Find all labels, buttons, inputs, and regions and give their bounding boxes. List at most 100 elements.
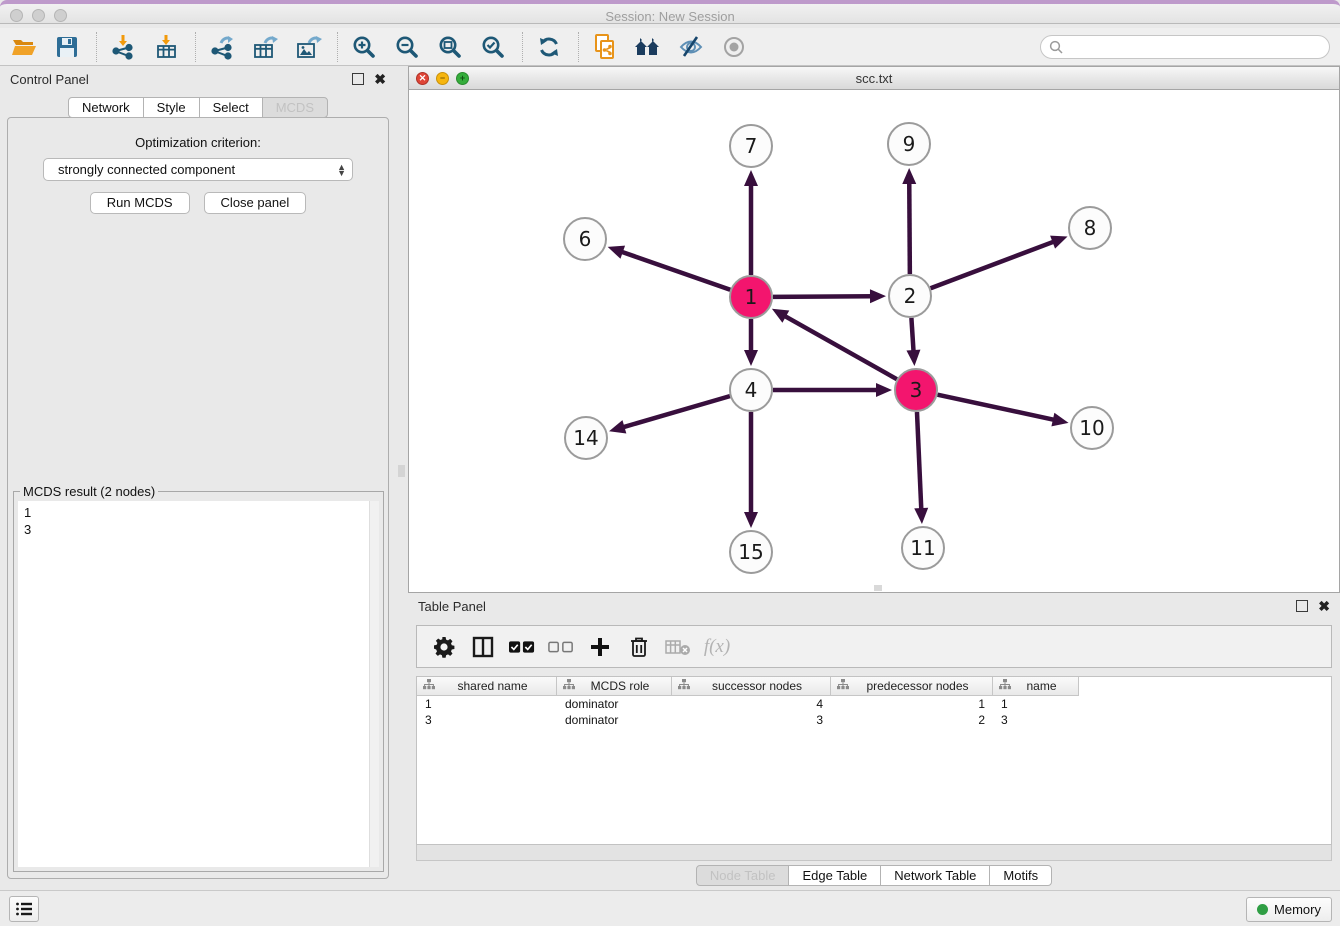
search-field[interactable] (1040, 35, 1330, 59)
close-panel-button[interactable]: Close panel (204, 192, 307, 214)
tab-network[interactable]: Network (68, 97, 144, 118)
float-table-panel-icon[interactable] (1296, 600, 1308, 612)
export-network-icon[interactable] (206, 32, 238, 62)
table-row[interactable]: 1dominator411 (417, 696, 1331, 712)
table-horizontal-scrollbar[interactable] (416, 845, 1332, 861)
column-type-icon (678, 679, 690, 693)
search-input[interactable] (1068, 39, 1321, 56)
control-panel-header: Control Panel ✖ (0, 66, 396, 92)
mcds-result-group: MCDS result (2 nodes) 13 (13, 491, 384, 872)
export-image-icon[interactable] (292, 32, 324, 62)
network-close-button[interactable]: ✕ (416, 72, 429, 85)
column-header-successor-nodes[interactable]: successor nodes (672, 677, 831, 696)
table-cell[interactable]: 3 (993, 712, 1079, 728)
unselect-all-columns-icon[interactable] (548, 634, 574, 660)
canvas-resize-handle[interactable] (874, 585, 882, 591)
close-panel-icon[interactable]: ✖ (374, 72, 386, 86)
new-network-from-selection-icon[interactable] (589, 32, 621, 62)
mcds-panel: Optimization criterion: strongly connect… (7, 117, 389, 879)
column-panel-icon[interactable] (470, 634, 496, 660)
toolbar-separator (337, 32, 338, 62)
table-tab-node-table[interactable]: Node Table (696, 865, 790, 886)
export-table-icon[interactable] (249, 32, 281, 62)
edge-3-10[interactable] (938, 395, 1056, 421)
criterion-select[interactable]: strongly connected component ▲▼ (43, 158, 353, 181)
select-stepper-icon: ▲▼ (337, 164, 346, 176)
import-table-icon[interactable] (150, 32, 182, 62)
column-header-label: successor nodes (690, 679, 830, 693)
save-session-icon[interactable] (51, 32, 83, 62)
edge-arrow-2-9 (902, 168, 916, 184)
toolbar-separator (195, 32, 196, 62)
delete-column-icon[interactable] (626, 634, 652, 660)
zoom-in-icon[interactable] (348, 32, 380, 62)
tab-mcds[interactable]: MCDS (262, 97, 328, 118)
float-panel-icon[interactable] (352, 73, 364, 85)
split-divider-handle[interactable] (398, 465, 405, 477)
show-graphics-details-icon[interactable] (632, 32, 664, 62)
table-cell[interactable]: 1 (831, 696, 993, 712)
network-minimize-button[interactable]: − (436, 72, 449, 85)
hide-selected-icon[interactable] (675, 32, 707, 62)
column-type-icon (563, 679, 575, 693)
mcds-result-list[interactable]: 13 (18, 501, 379, 867)
table-cell[interactable]: 1 (417, 696, 557, 712)
add-column-icon[interactable] (587, 634, 613, 660)
table-panel: Table Panel ✖ f(x) shared nameMCDS roles… (408, 593, 1340, 888)
zoom-out-icon[interactable] (391, 32, 423, 62)
window-titlebar: Session: New Session (0, 0, 1340, 24)
select-all-columns-icon[interactable] (509, 634, 535, 660)
task-history-button[interactable] (9, 896, 39, 922)
tab-style[interactable]: Style (143, 97, 200, 118)
run-mcds-button[interactable]: Run MCDS (90, 192, 190, 214)
graph-node-label-8: 8 (1084, 216, 1097, 240)
edge-4-14[interactable] (622, 396, 730, 428)
graph-node-label-2: 2 (904, 284, 917, 308)
table-tab-edge-table[interactable]: Edge Table (788, 865, 881, 886)
network-maximize-button[interactable]: + (456, 72, 469, 85)
network-canvas[interactable]: 7968124314101511 (408, 90, 1340, 593)
table-row[interactable]: 3dominator323 (417, 712, 1331, 728)
tab-select[interactable]: Select (199, 97, 263, 118)
memory-button[interactable]: Memory (1246, 897, 1332, 922)
table-tab-network-table[interactable]: Network Table (880, 865, 990, 886)
table-cell[interactable]: dominator (557, 712, 672, 728)
edge-2-8[interactable] (931, 241, 1056, 288)
edge-arrow-1-2 (870, 289, 886, 303)
table-toolbar: f(x) (416, 625, 1332, 668)
edge-1-2[interactable] (773, 296, 873, 297)
edge-2-3[interactable] (911, 318, 913, 353)
table-cell[interactable]: 3 (672, 712, 831, 728)
table-tab-motifs[interactable]: Motifs (989, 865, 1052, 886)
column-header-shared-name[interactable]: shared name (417, 677, 557, 696)
control-panel-tabs: NetworkStyleSelectMCDS (0, 97, 396, 118)
table-cell[interactable]: 3 (417, 712, 557, 728)
table-cell[interactable]: 4 (672, 696, 831, 712)
mcds-result-node[interactable]: 1 (18, 501, 379, 521)
column-header-name[interactable]: name (993, 677, 1079, 696)
column-header-predecessor-nodes[interactable]: predecessor nodes (831, 677, 993, 696)
edge-2-9[interactable] (909, 181, 910, 274)
close-table-panel-icon[interactable]: ✖ (1318, 599, 1330, 613)
edge-3-11[interactable] (917, 412, 921, 511)
edge-3-1[interactable] (783, 315, 897, 379)
zoom-selected-icon[interactable] (477, 32, 509, 62)
table-cell[interactable]: dominator (557, 696, 672, 712)
zoom-fit-icon[interactable] (434, 32, 466, 62)
toolbar-separator (96, 32, 97, 62)
apply-layout-icon[interactable] (533, 32, 565, 62)
table-settings-gear-icon[interactable] (431, 634, 457, 660)
import-network-icon[interactable] (107, 32, 139, 62)
column-header-MCDS-role[interactable]: MCDS role (557, 677, 672, 696)
table-cell[interactable]: 2 (831, 712, 993, 728)
mcds-result-node[interactable]: 3 (18, 521, 379, 538)
graph-node-label-15: 15 (738, 540, 763, 564)
edge-arrow-1-7 (744, 170, 758, 186)
edge-1-6[interactable] (620, 251, 730, 290)
result-scrollbar[interactable] (369, 501, 379, 867)
network-window-titlebar[interactable]: scc.txt ✕ − + (408, 66, 1340, 90)
table-cell[interactable]: 1 (993, 696, 1079, 712)
graph-node-label-1: 1 (745, 285, 758, 309)
delete-table-icon (665, 634, 691, 660)
open-session-icon[interactable] (8, 32, 40, 62)
